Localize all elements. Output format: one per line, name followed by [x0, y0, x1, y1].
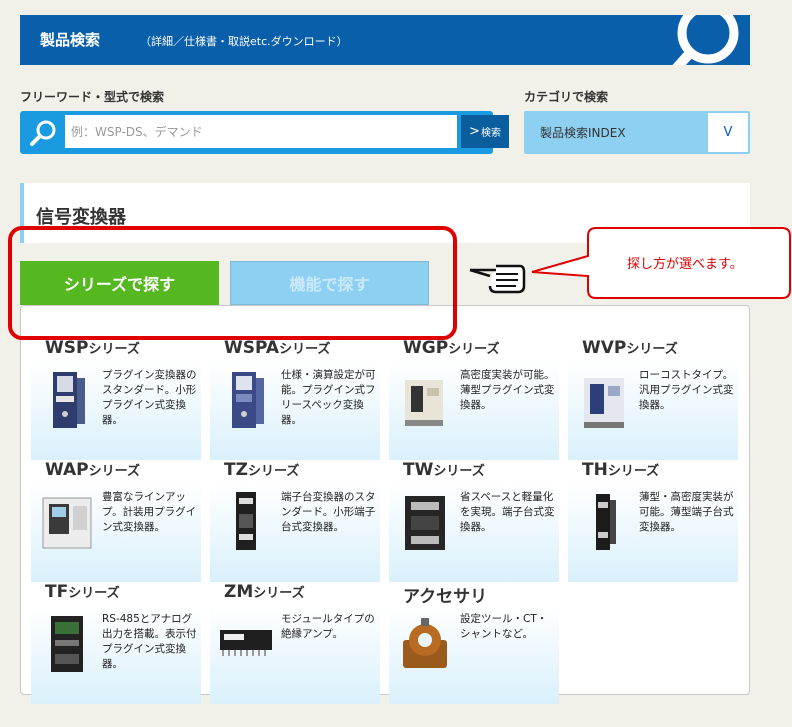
pointing-hand-icon — [469, 264, 526, 294]
product-name: WGPシリーズ — [403, 338, 500, 358]
product-card-tw[interactable]: TWシリーズ 省スペースと軽量化を実現。端子台式変換器。 — [389, 460, 559, 582]
product-name: WSPAシリーズ — [224, 338, 331, 358]
product-card-th[interactable]: THシリーズ 薄型・高密度実装が可能。薄型端子台式変換器。 — [568, 460, 738, 582]
product-description: 豊富なラインアップ。計装用プラグイン式変換器。 — [102, 491, 197, 533]
chevron-right-icon: > — [469, 124, 480, 139]
product-image — [584, 378, 624, 428]
product-description: 設定ツール・CT・シャントなど。 — [460, 613, 548, 640]
product-image — [236, 492, 256, 550]
product-name: TZシリーズ — [224, 460, 300, 480]
search-button-label: 検索 — [480, 128, 501, 139]
product-name: WSPシリーズ — [45, 338, 140, 358]
product-name: アクセサリ — [403, 587, 488, 607]
product-image — [596, 494, 616, 550]
header-subtitle: （詳細／仕様書・取説etc.ダウンロード） — [140, 35, 348, 48]
product-description: 高密度実装が可能。薄型プラグイン式変換器。 — [460, 369, 555, 411]
product-description: モジュールタイプの絶縁アンプ。 — [281, 613, 375, 640]
product-image — [53, 372, 85, 428]
highlight-frame — [8, 226, 457, 340]
category-label: カテゴリで検索 — [524, 90, 609, 104]
product-search-header: 製品検索 （詳細／仕様書・取説etc.ダウンロード） — [20, 15, 750, 65]
product-description: 省スペースと軽量化を実現。端子台式変換器。 — [460, 491, 555, 533]
product-image — [405, 496, 445, 550]
product-name: TWシリーズ — [403, 460, 485, 480]
product-card-zm[interactable]: ZMシリーズ モジュールタイプの絶縁アンプ。 — [210, 582, 380, 704]
product-image — [403, 618, 447, 668]
product-description: 仕様・演算設定が可能。プラグイン式フリースペック変換器。 — [281, 369, 376, 426]
product-card-wspa[interactable]: WSPAシリーズ 仕様・演算設定が可能。プラグイン式フリースペック変換器。 — [210, 338, 380, 460]
header-title: 製品検索 — [40, 31, 101, 49]
product-image — [405, 380, 443, 426]
chevron-down-icon[interactable]: V — [708, 113, 748, 152]
magnifier-icon — [672, 15, 739, 65]
product-image — [51, 616, 83, 672]
product-image — [42, 497, 92, 549]
product-description: プラグイン変換器のスタンダード。小形プラグイン式変換器。 — [102, 369, 197, 426]
product-card-wvp[interactable]: WVPシリーズ ローコストタイプ。汎用プラグイン式変換器。 — [568, 338, 738, 460]
product-card-wap[interactable]: WAPシリーズ 豊富なラインアップ。計装用プラグイン式変換器。 — [31, 460, 201, 582]
category-selected-value: 製品検索INDEX — [540, 126, 626, 140]
product-name: THシリーズ — [582, 460, 660, 480]
product-name: WAPシリーズ — [45, 460, 140, 480]
product-card-wsp[interactable]: WSPシリーズ プラグイン変換器のスタンダード。小形プラグイン式変換器。 — [31, 338, 201, 460]
free-word-label: フリーワード・型式で検索 — [20, 90, 165, 104]
product-name: ZMシリーズ — [224, 582, 305, 602]
product-image — [220, 630, 272, 656]
product-description: 端子台変換器のスタンダード。小形端子台式変換器。 — [281, 491, 376, 533]
product-description: RS-485とアナログ出力を搭載。表示付プラグイン式変換器。 — [102, 613, 197, 670]
product-card-tz[interactable]: TZシリーズ 端子台変換器のスタンダード。小形端子台式変換器。 — [210, 460, 380, 582]
product-image — [232, 372, 264, 428]
product-panel: WSPシリーズ プラグイン変換器のスタンダード。小形プラグイン式変換器。 WSP… — [20, 305, 750, 704]
product-card-accessory[interactable]: アクセサリ 設定ツール・CT・シャントなど。 — [389, 582, 559, 704]
product-card-wgp[interactable]: WGPシリーズ 高密度実装が可能。薄型プラグイン式変換器。 — [389, 338, 559, 460]
category-select[interactable]: 製品検索INDEX V — [524, 111, 750, 154]
search-icon — [30, 120, 56, 146]
callout-text: 探し方が選べます。 — [627, 257, 743, 272]
product-name: WVPシリーズ — [582, 338, 678, 358]
product-card-tf[interactable]: TFシリーズ RS-485とアナログ出力を搭載。表示付プラグイン式変換器。 — [31, 582, 201, 704]
product-name: TFシリーズ — [45, 582, 120, 602]
product-description: ローコストタイプ。汎用プラグイン式変換器。 — [639, 369, 734, 411]
search-input[interactable] — [65, 115, 457, 148]
free-word-search: > 検索 — [20, 111, 509, 154]
search-button[interactable]: > 検索 — [461, 115, 509, 148]
product-description: 薄型・高密度実装が可能。薄型端子台式変換器。 — [639, 491, 734, 533]
